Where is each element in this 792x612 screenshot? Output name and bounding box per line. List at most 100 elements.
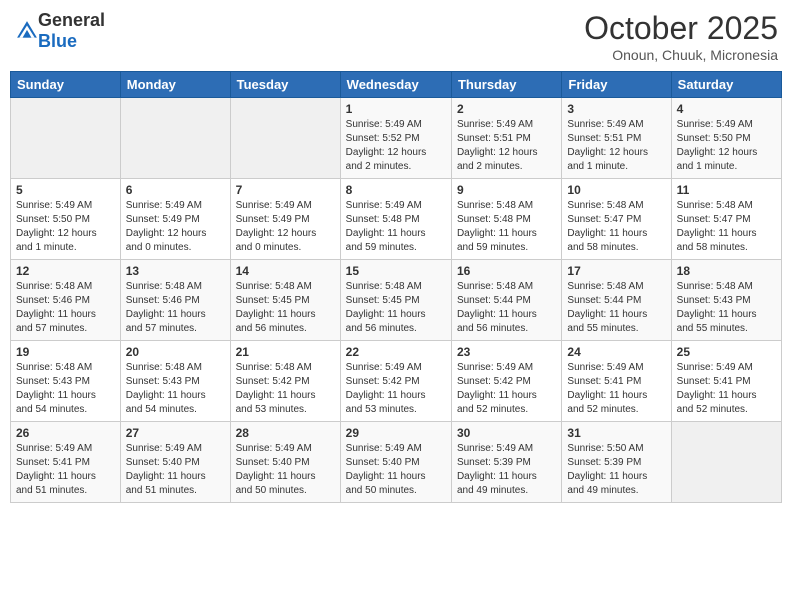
- calendar-cell: [671, 422, 781, 503]
- day-number: 6: [126, 183, 225, 197]
- day-info: Sunrise: 5:49 AM Sunset: 5:41 PM Dayligh…: [16, 442, 115, 498]
- calendar-cell: 4Sunrise: 5:49 AM Sunset: 5:50 PM Daylig…: [671, 98, 781, 179]
- calendar-cell: 2 Sunrise: 5:49 AM Sunset: 5:51 PM Daylig…: [451, 98, 561, 179]
- calendar-cell: 29Sunrise: 5:49 AM Sunset: 5:40 PM Dayli…: [340, 422, 451, 503]
- calendar-table: SundayMondayTuesdayWednesdayThursdayFrid…: [10, 71, 782, 503]
- logo-icon: [16, 20, 38, 42]
- day-number: 27: [126, 426, 225, 440]
- day-info: Sunrise: 5:48 AM Sunset: 5:48 PM Dayligh…: [457, 199, 556, 255]
- day-info: Sunrise: 5:48 AM Sunset: 5:44 PM Dayligh…: [457, 280, 556, 336]
- weekday-header: Wednesday: [340, 72, 451, 98]
- day-number: 28: [236, 426, 335, 440]
- calendar-cell: 30 Sunrise: 5:49 AM Sunset: 5:39 PM Dayli…: [451, 422, 561, 503]
- day-number: 2: [457, 102, 556, 116]
- calendar-cell: 23 Sunrise: 5:49 AM Sunset: 5:42 PM Dayli…: [451, 341, 561, 422]
- day-info: Sunrise: 5:49 AM Sunset: 5:42 PM Dayligh…: [457, 361, 556, 417]
- calendar-week-row: 1 Sunrise: 5:49 AM Sunset: 5:52 PM Daylig…: [11, 98, 782, 179]
- calendar-cell: [11, 98, 121, 179]
- day-number: 7: [236, 183, 335, 197]
- day-info: Sunrise: 5:49 AM Sunset: 5:41 PM Dayligh…: [567, 361, 665, 417]
- day-info: Sunrise: 5:48 AM Sunset: 5:42 PM Dayligh…: [236, 361, 335, 417]
- day-info: Sunrise: 5:49 AM Sunset: 5:51 PM Dayligh…: [457, 118, 556, 174]
- day-info: Sunrise: 5:50 AM Sunset: 5:39 PM Dayligh…: [567, 442, 665, 498]
- calendar-cell: 22Sunrise: 5:49 AM Sunset: 5:42 PM Dayli…: [340, 341, 451, 422]
- day-info: Sunrise: 5:49 AM Sunset: 5:49 PM Dayligh…: [236, 199, 335, 255]
- calendar-cell: 25 Sunrise: 5:49 AM Sunset: 5:41 PM Dayli…: [671, 341, 781, 422]
- calendar-cell: 17Sunrise: 5:48 AM Sunset: 5:44 PM Dayli…: [562, 260, 671, 341]
- day-info: Sunrise: 5:49 AM Sunset: 5:41 PM Dayligh…: [677, 361, 776, 417]
- day-number: 10: [567, 183, 665, 197]
- calendar-cell: 28 Sunrise: 5:49 AM Sunset: 5:40 PM Dayli…: [230, 422, 340, 503]
- day-number: 17: [567, 264, 665, 278]
- day-info: Sunrise: 5:48 AM Sunset: 5:46 PM Dayligh…: [16, 280, 115, 336]
- calendar-week-row: 5Sunrise: 5:49 AM Sunset: 5:50 PM Daylig…: [11, 179, 782, 260]
- weekday-header: Saturday: [671, 72, 781, 98]
- calendar-week-row: 12Sunrise: 5:48 AM Sunset: 5:46 PM Dayli…: [11, 260, 782, 341]
- day-info: Sunrise: 5:49 AM Sunset: 5:50 PM Dayligh…: [16, 199, 115, 255]
- calendar-cell: 3Sunrise: 5:49 AM Sunset: 5:51 PM Daylig…: [562, 98, 671, 179]
- calendar-cell: 12Sunrise: 5:48 AM Sunset: 5:46 PM Dayli…: [11, 260, 121, 341]
- day-info: Sunrise: 5:49 AM Sunset: 5:48 PM Dayligh…: [346, 199, 446, 255]
- day-number: 20: [126, 345, 225, 359]
- calendar-week-row: 26 Sunrise: 5:49 AM Sunset: 5:41 PM Dayli…: [11, 422, 782, 503]
- calendar-header-row: SundayMondayTuesdayWednesdayThursdayFrid…: [11, 72, 782, 98]
- calendar-week-row: 19 Sunrise: 5:48 AM Sunset: 5:43 PM Dayli…: [11, 341, 782, 422]
- page-header: General Blue October 2025 Onoun, Chuuk, …: [10, 10, 782, 63]
- calendar-cell: 13Sunrise: 5:48 AM Sunset: 5:46 PM Dayli…: [120, 260, 230, 341]
- logo: General Blue: [14, 10, 105, 52]
- logo-blue: Blue: [38, 31, 77, 51]
- calendar-cell: 11 Sunrise: 5:48 AM Sunset: 5:47 PM Dayli…: [671, 179, 781, 260]
- day-info: Sunrise: 5:49 AM Sunset: 5:51 PM Dayligh…: [567, 118, 665, 174]
- day-number: 23: [457, 345, 556, 359]
- calendar-cell: 10Sunrise: 5:48 AM Sunset: 5:47 PM Dayli…: [562, 179, 671, 260]
- weekday-header: Tuesday: [230, 72, 340, 98]
- calendar-cell: 9 Sunrise: 5:48 AM Sunset: 5:48 PM Daylig…: [451, 179, 561, 260]
- weekday-header: Sunday: [11, 72, 121, 98]
- day-info: Sunrise: 5:49 AM Sunset: 5:39 PM Dayligh…: [457, 442, 556, 498]
- day-number: 25: [677, 345, 776, 359]
- calendar-cell: 1 Sunrise: 5:49 AM Sunset: 5:52 PM Daylig…: [340, 98, 451, 179]
- day-info: Sunrise: 5:49 AM Sunset: 5:52 PM Dayligh…: [346, 118, 446, 174]
- day-number: 1: [346, 102, 446, 116]
- location-title: Onoun, Chuuk, Micronesia: [584, 47, 778, 63]
- day-info: Sunrise: 5:49 AM Sunset: 5:40 PM Dayligh…: [236, 442, 335, 498]
- day-number: 14: [236, 264, 335, 278]
- calendar-cell: 6 Sunrise: 5:49 AM Sunset: 5:49 PM Daylig…: [120, 179, 230, 260]
- day-number: 21: [236, 345, 335, 359]
- day-info: Sunrise: 5:48 AM Sunset: 5:43 PM Dayligh…: [677, 280, 776, 336]
- calendar-cell: 15 Sunrise: 5:48 AM Sunset: 5:45 PM Dayli…: [340, 260, 451, 341]
- day-info: Sunrise: 5:49 AM Sunset: 5:49 PM Dayligh…: [126, 199, 225, 255]
- calendar-cell: 21 Sunrise: 5:48 AM Sunset: 5:42 PM Dayli…: [230, 341, 340, 422]
- day-info: Sunrise: 5:49 AM Sunset: 5:50 PM Dayligh…: [677, 118, 776, 174]
- calendar-cell: 14Sunrise: 5:48 AM Sunset: 5:45 PM Dayli…: [230, 260, 340, 341]
- day-info: Sunrise: 5:48 AM Sunset: 5:43 PM Dayligh…: [126, 361, 225, 417]
- day-info: Sunrise: 5:48 AM Sunset: 5:46 PM Dayligh…: [126, 280, 225, 336]
- day-number: 30: [457, 426, 556, 440]
- day-info: Sunrise: 5:48 AM Sunset: 5:47 PM Dayligh…: [677, 199, 776, 255]
- day-info: Sunrise: 5:48 AM Sunset: 5:43 PM Dayligh…: [16, 361, 115, 417]
- weekday-header: Monday: [120, 72, 230, 98]
- day-number: 9: [457, 183, 556, 197]
- day-number: 8: [346, 183, 446, 197]
- day-info: Sunrise: 5:48 AM Sunset: 5:45 PM Dayligh…: [346, 280, 446, 336]
- calendar-cell: 31 Sunrise: 5:50 AM Sunset: 5:39 PM Dayli…: [562, 422, 671, 503]
- day-number: 19: [16, 345, 115, 359]
- day-number: 31: [567, 426, 665, 440]
- day-number: 29: [346, 426, 446, 440]
- day-number: 22: [346, 345, 446, 359]
- calendar-cell: 19 Sunrise: 5:48 AM Sunset: 5:43 PM Dayli…: [11, 341, 121, 422]
- calendar-cell: 16 Sunrise: 5:48 AM Sunset: 5:44 PM Dayli…: [451, 260, 561, 341]
- weekday-header: Friday: [562, 72, 671, 98]
- day-number: 16: [457, 264, 556, 278]
- calendar-cell: 27Sunrise: 5:49 AM Sunset: 5:40 PM Dayli…: [120, 422, 230, 503]
- calendar-cell: 7 Sunrise: 5:49 AM Sunset: 5:49 PM Daylig…: [230, 179, 340, 260]
- calendar-cell: 5Sunrise: 5:49 AM Sunset: 5:50 PM Daylig…: [11, 179, 121, 260]
- logo-general: General: [38, 10, 105, 30]
- day-number: 26: [16, 426, 115, 440]
- day-number: 11: [677, 183, 776, 197]
- day-number: 15: [346, 264, 446, 278]
- day-number: 24: [567, 345, 665, 359]
- calendar-cell: 24 Sunrise: 5:49 AM Sunset: 5:41 PM Dayli…: [562, 341, 671, 422]
- calendar-cell: 8 Sunrise: 5:49 AM Sunset: 5:48 PM Daylig…: [340, 179, 451, 260]
- month-title: October 2025: [584, 10, 778, 47]
